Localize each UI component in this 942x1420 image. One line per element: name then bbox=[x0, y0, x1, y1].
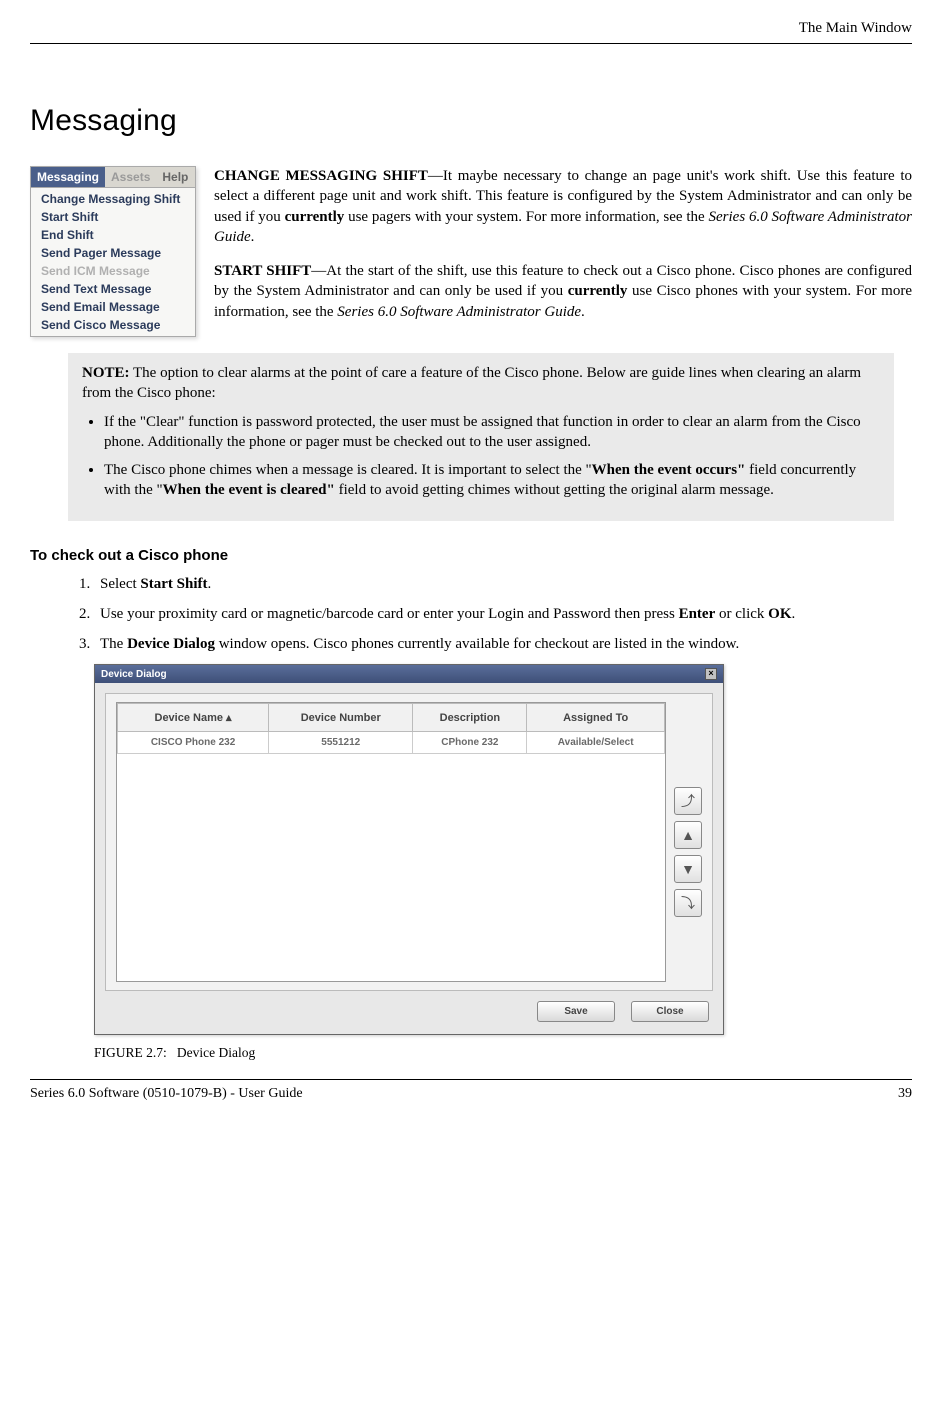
steps-list: Select Start Shift. Use your proximity c… bbox=[72, 574, 912, 655]
menu-item-send-email[interactable]: Send Email Message bbox=[31, 298, 195, 316]
menu-item-send-text[interactable]: Send Text Message bbox=[31, 280, 195, 298]
col-device-number[interactable]: Device Number bbox=[269, 704, 413, 732]
step-3: The Device Dialog window opens. Cisco ph… bbox=[94, 634, 912, 654]
note-bullet-2: The Cisco phone chimes when a message is… bbox=[104, 460, 880, 501]
paragraph-change-shift: CHANGE MESSAGING SHIFT—It maybe necessar… bbox=[214, 166, 912, 247]
menu-body: Change Messaging Shift Start Shift End S… bbox=[31, 188, 195, 336]
move-down-button[interactable]: ▼ bbox=[674, 855, 702, 883]
note-box: NOTE: The option to clear alarms at the … bbox=[68, 353, 894, 521]
device-table: Device Name ▴ Device Number Description … bbox=[117, 703, 665, 754]
cell-device-name: CISCO Phone 232 bbox=[118, 732, 269, 754]
menu-item-send-pager[interactable]: Send Pager Message bbox=[31, 244, 195, 262]
table-header-row: Device Name ▴ Device Number Description … bbox=[118, 704, 665, 732]
cell-device-number: 5551212 bbox=[269, 732, 413, 754]
device-dialog-screenshot: Device Dialog × Device Name ▴ Device Num… bbox=[94, 664, 912, 1035]
tab-assets: Assets bbox=[105, 167, 156, 187]
footer-rule bbox=[30, 1079, 912, 1080]
device-table-wrap: Device Name ▴ Device Number Description … bbox=[116, 702, 666, 982]
note-bullets: If the "Clear" function is password prot… bbox=[82, 412, 880, 501]
note-bullet-1: If the "Clear" function is password prot… bbox=[104, 412, 880, 453]
footer-left: Series 6.0 Software (0510-1079-B) - User… bbox=[30, 1086, 303, 1102]
messaging-menu-screenshot: Messaging Assets Help Change Messaging S… bbox=[30, 166, 196, 337]
menu-item-change-shift[interactable]: Change Messaging Shift bbox=[31, 190, 195, 208]
running-header: The Main Window bbox=[30, 20, 912, 37]
menu-item-send-cisco[interactable]: Send Cisco Message bbox=[31, 316, 195, 334]
col-device-name[interactable]: Device Name ▴ bbox=[118, 704, 269, 732]
intro-row: Messaging Assets Help Change Messaging S… bbox=[30, 166, 912, 337]
figure-caption: FIGURE 2.7: Device Dialog bbox=[94, 1045, 912, 1061]
close-icon[interactable]: × bbox=[705, 668, 717, 680]
note-intro: NOTE: The option to clear alarms at the … bbox=[82, 363, 880, 404]
dialog-titlebar: Device Dialog × bbox=[95, 665, 723, 683]
subhead-checkout: To check out a Cisco phone bbox=[30, 547, 912, 564]
menu-tabs: Messaging Assets Help bbox=[31, 167, 195, 188]
tab-messaging[interactable]: Messaging bbox=[31, 167, 105, 187]
page-footer: Series 6.0 Software (0510-1079-B) - User… bbox=[30, 1086, 912, 1102]
close-button[interactable]: Close bbox=[631, 1001, 709, 1022]
header-rule bbox=[30, 43, 912, 44]
arrow-buttons-column: ⤴ ▲ ▼ ⤵ bbox=[674, 702, 702, 982]
step-2: Use your proximity card or magnetic/barc… bbox=[94, 604, 912, 624]
table-row[interactable]: CISCO Phone 232 5551212 CPhone 232 Avail… bbox=[118, 732, 665, 754]
cell-assigned-to: Available/Select bbox=[527, 732, 665, 754]
dialog-inner: Device Name ▴ Device Number Description … bbox=[105, 693, 713, 991]
move-up-button[interactable]: ▲ bbox=[674, 821, 702, 849]
col-assigned-to[interactable]: Assigned To bbox=[527, 704, 665, 732]
page-title: Messaging bbox=[30, 104, 912, 138]
menu-item-end-shift[interactable]: End Shift bbox=[31, 226, 195, 244]
tab-help[interactable]: Help bbox=[156, 167, 194, 187]
dialog-title: Device Dialog bbox=[101, 669, 167, 680]
save-button[interactable]: Save bbox=[537, 1001, 615, 1022]
move-top-button[interactable]: ⤴ bbox=[674, 787, 702, 815]
menu-item-start-shift[interactable]: Start Shift bbox=[31, 208, 195, 226]
move-bottom-button[interactable]: ⤵ bbox=[674, 889, 702, 917]
menu-item-send-icm: Send ICM Message bbox=[31, 262, 195, 280]
step-1: Select Start Shift. bbox=[94, 574, 912, 594]
paragraph-start-shift: START SHIFT—At the start of the shift, u… bbox=[214, 261, 912, 322]
intro-text: CHANGE MESSAGING SHIFT—It maybe necessar… bbox=[214, 166, 912, 337]
dialog-footer: Save Close bbox=[95, 1001, 723, 1034]
col-description[interactable]: Description bbox=[413, 704, 527, 732]
cell-description: CPhone 232 bbox=[413, 732, 527, 754]
device-dialog-window: Device Dialog × Device Name ▴ Device Num… bbox=[94, 664, 724, 1035]
footer-page-number: 39 bbox=[898, 1086, 912, 1102]
